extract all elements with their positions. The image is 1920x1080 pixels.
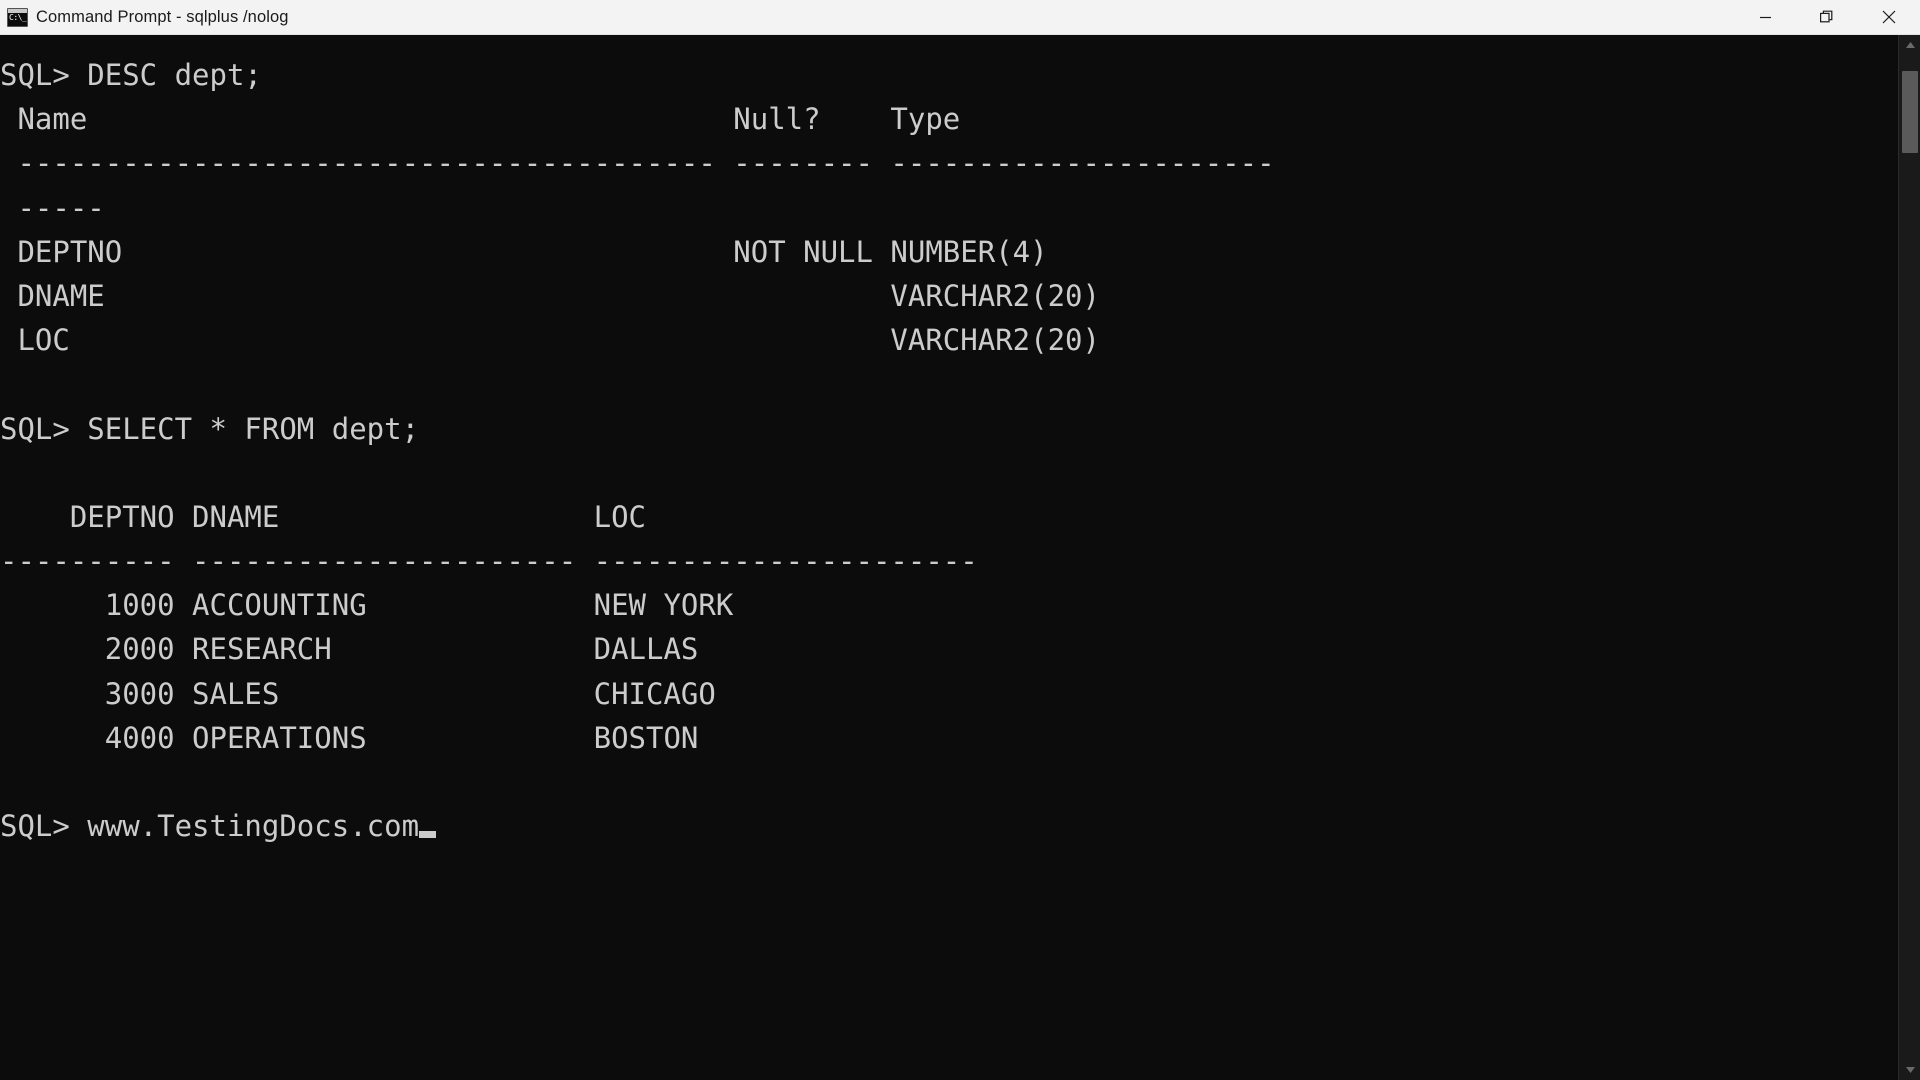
terminal-output[interactable]: SQL> DESC dept; Name Null? Type --------… [0, 35, 1898, 1080]
text-cursor [419, 831, 437, 839]
close-button[interactable] [1858, 0, 1920, 34]
cmd-icon [7, 7, 28, 27]
terminal-line-select-header: DEPTNO DNAME LOC [0, 499, 647, 534]
terminal-line-blank-1 [0, 362, 1898, 406]
terminal-line-desc-rule-2: ----- [0, 190, 105, 225]
terminal-line-desc-header: Name Null? Type [0, 102, 961, 137]
terminal-line-blank-3 [0, 760, 1898, 804]
terminal-line-cmd-desc: SQL> DESC dept; [0, 58, 262, 92]
scroll-down-arrow[interactable] [1899, 1060, 1920, 1080]
prompt-text: SQL> www.TestingDocs.com [0, 809, 420, 844]
terminal-line-select-row-4: 4000 OPERATIONS BOSTON [0, 720, 699, 755]
restore-button[interactable] [1796, 0, 1858, 34]
terminal-line-desc-rule-1: ----------------------------------------… [0, 146, 1275, 181]
terminal-area[interactable]: SQL> DESC dept; Name Null? Type --------… [0, 35, 1920, 1080]
terminal-line-select-row-1: 1000 ACCOUNTING NEW YORK [0, 588, 734, 623]
minimize-button[interactable] [1734, 0, 1796, 34]
terminal-line-cmd-select: SQL> SELECT * FROM dept; [0, 411, 420, 446]
terminal-line-blank-2 [0, 451, 1898, 495]
terminal-line-select-rule: ---------- ---------------------- ------… [0, 544, 978, 579]
command-prompt-window: Command Prompt - sqlplus /nolog [0, 0, 1920, 1080]
terminal-line-prompt-final: SQL> www.TestingDocs.com [0, 804, 1898, 848]
terminal-line-desc-row-deptno: DEPTNO NOT NULL NUMBER(4) [0, 234, 1048, 269]
terminal-line-select-row-2: 2000 RESEARCH DALLAS [0, 632, 699, 667]
window-controls [1734, 0, 1920, 34]
scroll-up-arrow[interactable] [1899, 35, 1920, 55]
title-bar[interactable]: Command Prompt - sqlplus /nolog [0, 0, 1920, 35]
terminal-line-desc-row-dname: DNAME VARCHAR2(20) [0, 278, 1100, 313]
terminal-line-select-row-3: 3000 SALES CHICAGO [0, 676, 716, 711]
title-bar-left: Command Prompt - sqlplus /nolog [0, 7, 1734, 27]
vertical-scrollbar[interactable] [1898, 35, 1920, 1080]
scrollbar-thumb[interactable] [1902, 71, 1918, 153]
terminal-line-desc-row-loc: LOC VARCHAR2(20) [0, 323, 1100, 358]
window-title: Command Prompt - sqlplus /nolog [36, 7, 289, 26]
